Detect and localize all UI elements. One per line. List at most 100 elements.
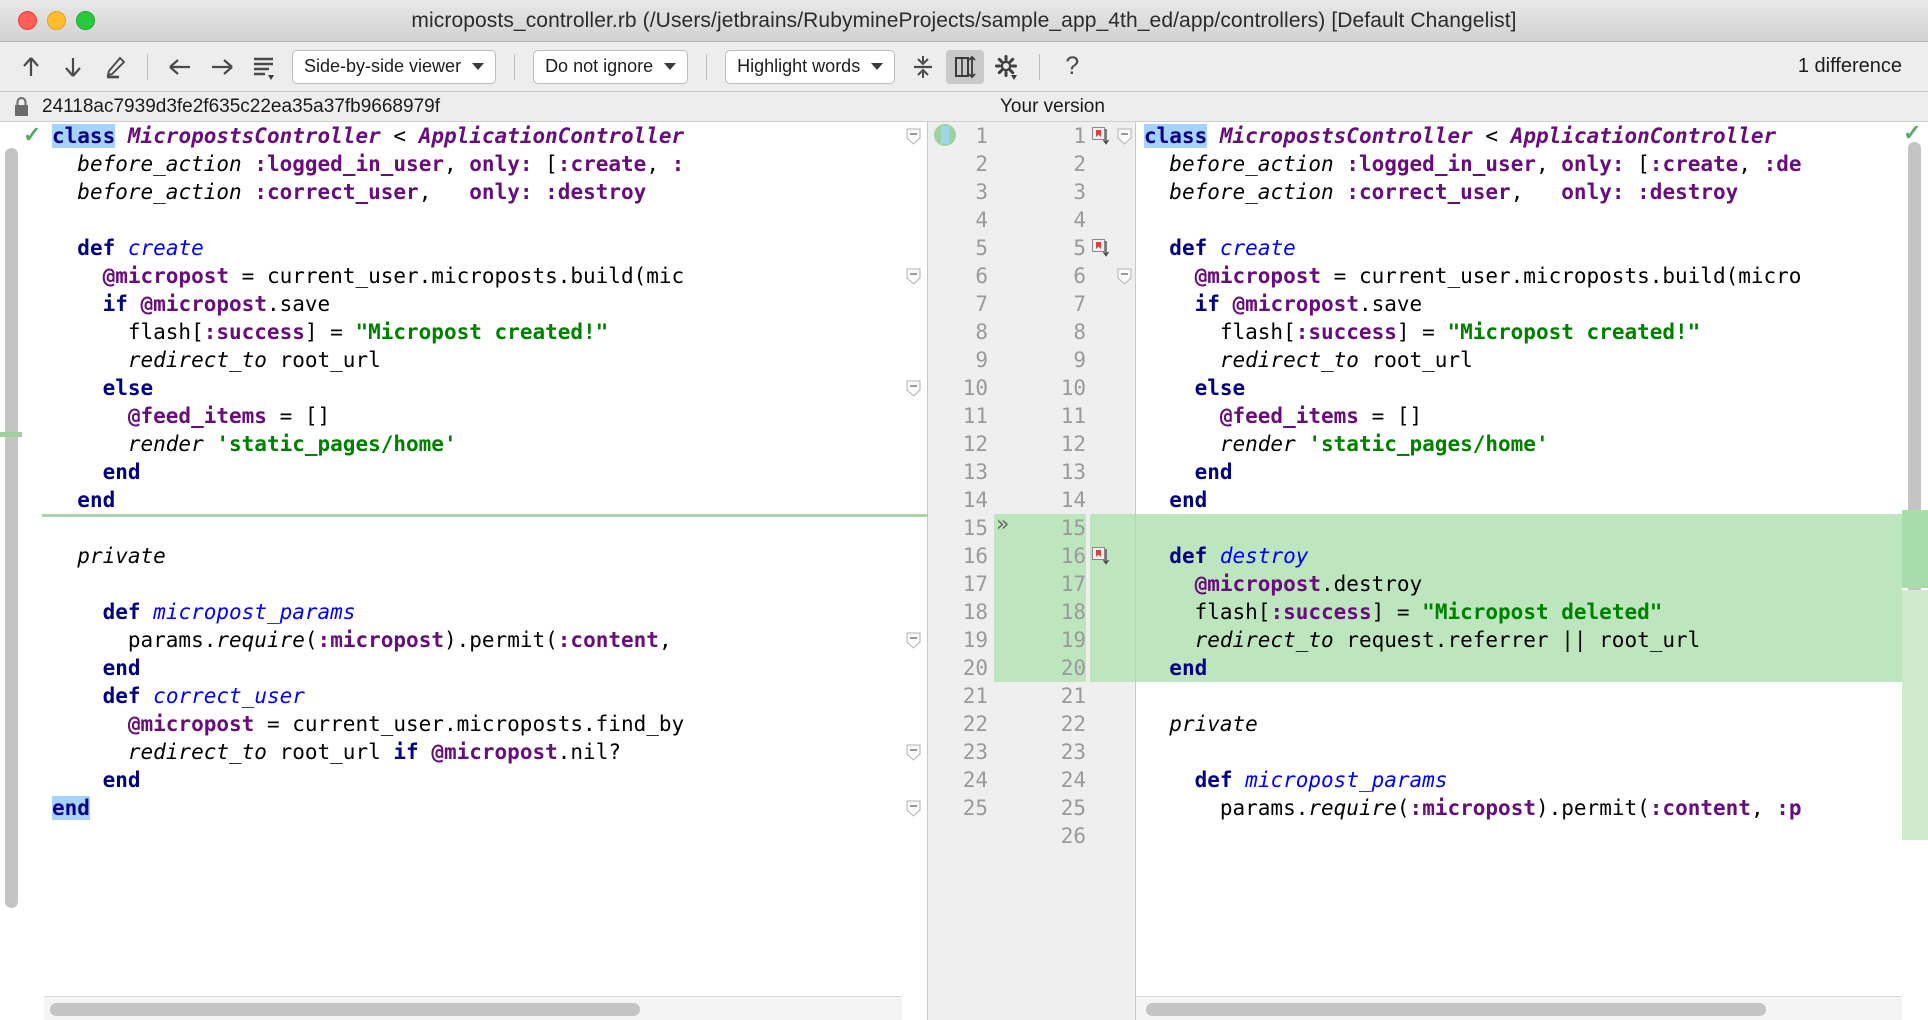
code-line[interactable] (1136, 738, 1902, 766)
code-line[interactable]: end (44, 486, 902, 514)
code-line[interactable]: before_action :correct_user, only: :dest… (1136, 178, 1902, 206)
code-line[interactable]: end (44, 766, 902, 794)
code-line[interactable]: private (44, 542, 902, 570)
change-marker-icon[interactable] (1092, 547, 1110, 571)
previous-difference-icon[interactable] (12, 50, 50, 84)
code-line[interactable] (1136, 206, 1902, 234)
code-line[interactable]: @micropost = current_user.microposts.bui… (1136, 262, 1902, 290)
fold-marker-icon[interactable] (1117, 128, 1132, 150)
code-line[interactable]: redirect_to request.referrer || root_url (1136, 626, 1902, 654)
fold-marker-icon[interactable] (906, 268, 921, 290)
code-token: private (77, 544, 166, 568)
code-line[interactable]: class MicropostsController < Application… (44, 122, 902, 150)
code-line[interactable] (1136, 822, 1902, 850)
right-overview-added-marker[interactable] (1902, 510, 1928, 588)
code-line[interactable]: render 'static_pages/home' (1136, 430, 1902, 458)
code-line[interactable]: if @micropost.save (1136, 290, 1902, 318)
code-line[interactable]: private (1136, 710, 1902, 738)
code-line[interactable]: @micropost = current_user.microposts.bui… (44, 262, 902, 290)
code-line[interactable] (44, 570, 902, 598)
left-vertical-scrollbar[interactable] (0, 122, 22, 1020)
change-marker-icon[interactable] (1092, 127, 1110, 151)
code-line[interactable]: redirect_to root_url (44, 346, 902, 374)
accept-change-chevron-icon[interactable]: » (996, 512, 1009, 537)
code-line[interactable]: params.require(:micropost).permit(:conte… (1136, 794, 1902, 822)
accept-right-arrow-icon[interactable] (203, 50, 241, 84)
code-line[interactable]: def micropost_params (1136, 766, 1902, 794)
code-line[interactable]: flash[:success] = "Micropost deleted" (1136, 598, 1902, 626)
fold-marker-icon[interactable] (906, 380, 921, 402)
fold-marker-icon[interactable] (906, 744, 921, 766)
code-line[interactable]: class MicropostsController < Application… (1136, 122, 1902, 150)
code-line[interactable]: def micropost_params (44, 598, 902, 626)
ignore-mode-dropdown[interactable]: Do not ignore (533, 49, 689, 84)
code-line[interactable]: redirect_to root_url if @micropost.nil? (44, 738, 902, 766)
code-line[interactable]: render 'static_pages/home' (44, 430, 902, 458)
code-line[interactable]: @micropost = current_user.microposts.fin… (44, 710, 902, 738)
fold-marker-icon[interactable] (906, 800, 921, 822)
accept-left-arrow-icon[interactable] (161, 50, 199, 84)
fold-marker-icon[interactable] (906, 128, 921, 150)
code-line[interactable]: @feed_items = [] (1136, 402, 1902, 430)
collapse-unchanged-fragments-icon[interactable] (904, 50, 942, 84)
code-line[interactable]: before_action :correct_user, only: :dest… (44, 178, 902, 206)
right-vertical-scrollbar[interactable]: ✓ (1902, 120, 1928, 1020)
code-line[interactable]: if @micropost.save (44, 290, 902, 318)
code-line[interactable]: before_action :logged_in_user, only: [:c… (1136, 150, 1902, 178)
synchronize-scrolling-icon[interactable] (946, 49, 985, 84)
code-line[interactable]: def create (44, 234, 902, 262)
code-line[interactable]: end (1136, 458, 1902, 486)
right-hscrollbar-thumb[interactable] (1146, 1003, 1766, 1016)
code-line[interactable]: end (44, 654, 902, 682)
right-overview-added-marker-2[interactable] (1902, 590, 1928, 840)
code-line[interactable]: end (1136, 486, 1902, 514)
left-code-lines[interactable]: class MicropostsController < Application… (44, 122, 902, 1020)
code-line[interactable]: @micropost.destroy (1136, 570, 1902, 598)
right-code-pane[interactable]: class MicropostsController < Application… (1136, 122, 1902, 1020)
code-token: :create (557, 152, 647, 176)
code-line[interactable] (44, 206, 902, 234)
right-horizontal-scrollbar[interactable] (1136, 996, 1902, 1020)
left-horizontal-scrollbar[interactable] (44, 996, 902, 1020)
code-line[interactable]: else (44, 374, 902, 402)
code-line[interactable] (1136, 682, 1902, 710)
code-line[interactable]: end (44, 794, 902, 822)
code-line[interactable]: else (1136, 374, 1902, 402)
code-line[interactable]: def destroy (1136, 542, 1902, 570)
code-line[interactable]: end (44, 458, 902, 486)
fold-marker-icon[interactable] (906, 632, 921, 654)
code-line[interactable] (44, 514, 902, 542)
code-line[interactable]: flash[:success] = "Micropost created!" (44, 318, 902, 346)
center-diff-action-strip[interactable]: » (994, 122, 1028, 1020)
diff-options-menu-icon[interactable] (245, 50, 283, 84)
code-line[interactable]: def correct_user (44, 682, 902, 710)
change-marker-icon[interactable] (1092, 239, 1110, 263)
fold-marker-icon[interactable] (1117, 268, 1132, 290)
code-line[interactable]: redirect_to root_url (1136, 346, 1902, 374)
diff-status-badge[interactable] (934, 124, 956, 146)
left-code-pane[interactable]: class MicropostsController < Application… (44, 122, 902, 1020)
minimize-window-button[interactable] (47, 11, 66, 30)
highlight-mode-dropdown[interactable]: Highlight words (725, 49, 896, 84)
code-line[interactable]: before_action :logged_in_user, only: [:c… (44, 150, 902, 178)
maximize-window-button[interactable] (76, 11, 95, 30)
code-token: ).permit( (1535, 796, 1650, 820)
left-overview-marker[interactable] (0, 432, 22, 437)
code-line[interactable] (1136, 514, 1902, 542)
settings-gear-icon[interactable] (988, 50, 1026, 84)
code-line[interactable]: def create (1136, 234, 1902, 262)
right-marker-strip[interactable] (1090, 122, 1136, 1020)
close-window-button[interactable] (18, 11, 37, 30)
left-fold-strip[interactable] (42, 122, 942, 1020)
left-hscrollbar-thumb[interactable] (50, 1003, 640, 1016)
edit-pencil-icon[interactable] (96, 50, 134, 84)
code-line[interactable]: @feed_items = [] (44, 402, 902, 430)
code-line[interactable]: end (1136, 654, 1902, 682)
next-difference-icon[interactable] (54, 50, 92, 84)
code-line[interactable]: flash[:success] = "Micropost created!" (1136, 318, 1902, 346)
left-scrollbar-thumb[interactable] (5, 148, 18, 908)
help-icon[interactable]: ? (1053, 50, 1091, 84)
right-code-lines[interactable]: class MicropostsController < Application… (1136, 122, 1902, 1020)
viewer-mode-dropdown[interactable]: Side-by-side viewer (292, 49, 497, 84)
code-line[interactable]: params.require(:micropost).permit(:conte… (44, 626, 902, 654)
